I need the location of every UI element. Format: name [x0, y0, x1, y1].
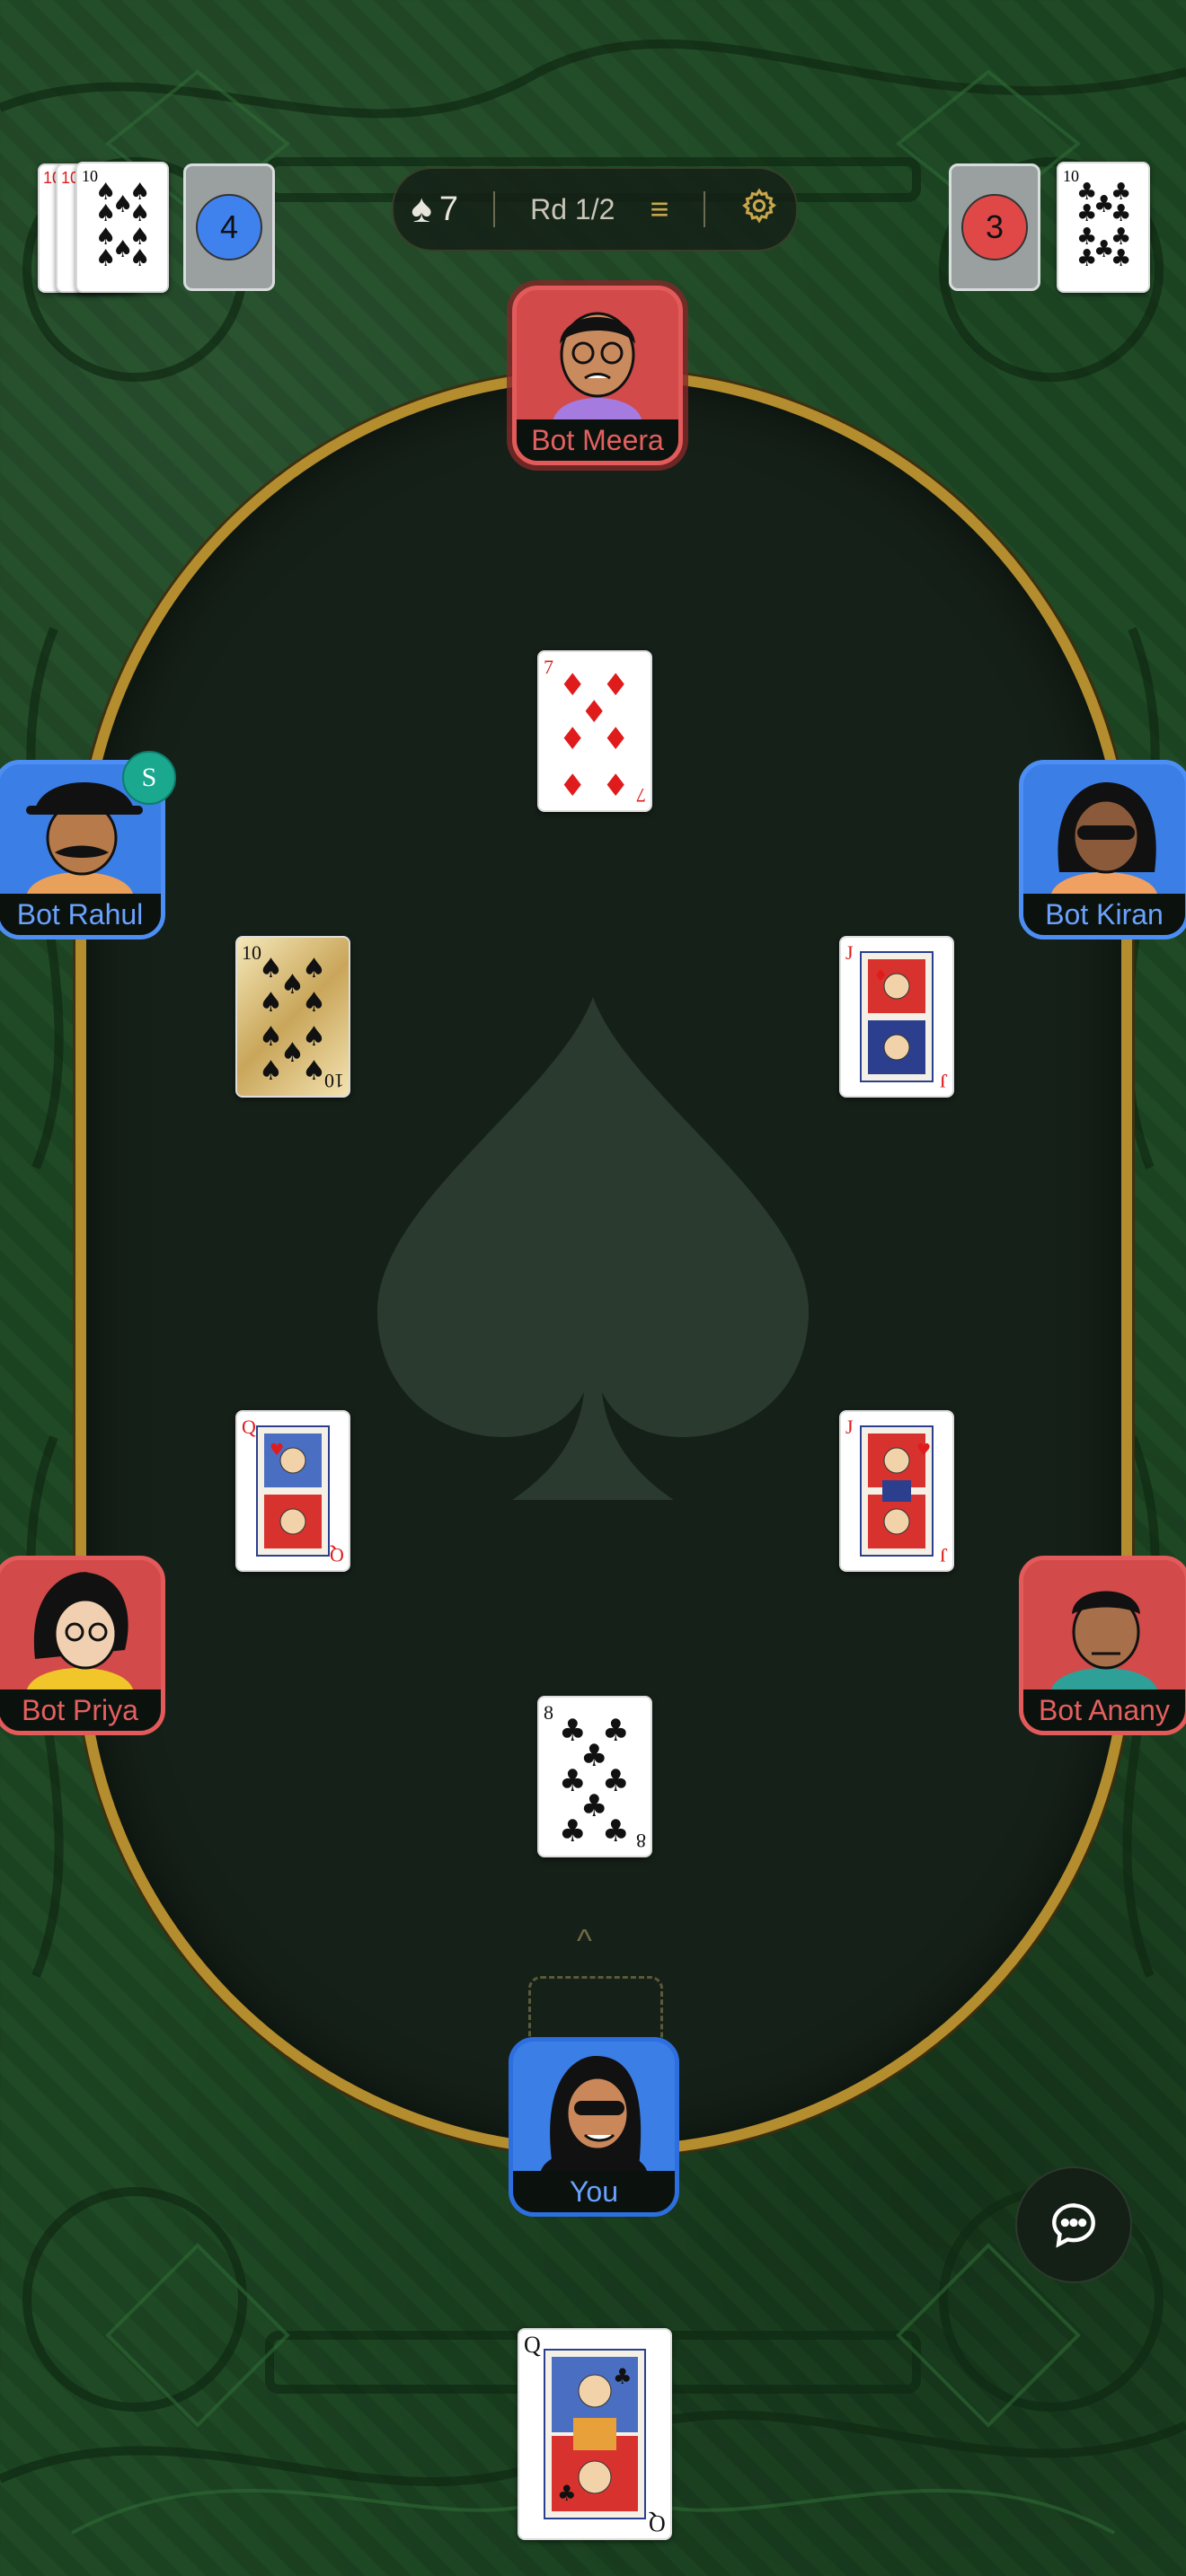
spade-watermark-icon — [377, 997, 809, 1500]
svg-text:♠: ♠ — [280, 1037, 305, 1069]
player-name-right-lower: Bot Anany — [1023, 1689, 1185, 1731]
player-name-top: Bot Meera — [517, 419, 678, 461]
played-card-right-upper: J J ♦ — [839, 936, 954, 1098]
player-name-left-upper: Bot Rahul — [0, 894, 161, 935]
svg-text:♥: ♥ — [270, 1441, 284, 1460]
player-name-left-lower: Bot Priya — [0, 1689, 161, 1731]
avatar-face — [553, 312, 642, 425]
svg-text:♦: ♦ — [602, 721, 629, 757]
avatar-face — [540, 2056, 648, 2176]
player-avatar-you[interactable]: You — [509, 2037, 679, 2217]
player-avatar-right-lower[interactable]: Bot Anany — [1019, 1556, 1186, 1735]
hud-divider — [493, 191, 496, 227]
hamburger-icon[interactable]: ≡ — [650, 190, 668, 228]
chevron-up-icon: ^ — [577, 1922, 592, 1959]
svg-text:♣: ♣ — [1093, 191, 1114, 218]
spade-icon: ♠ — [411, 187, 432, 231]
player-avatar-right-upper[interactable]: Bot Kiran — [1019, 760, 1186, 940]
played-card-left-lower: Q Q ♥ — [235, 1410, 350, 1572]
svg-text:♥: ♥ — [916, 1441, 931, 1460]
svg-text:♣: ♣ — [1093, 236, 1114, 263]
played-card-top: 7 7 ♦ ♦ ♦ ♦ ♦ ♦ ♦ — [537, 650, 652, 812]
svg-text:♣: ♣ — [602, 1813, 629, 1849]
played-card-right-lower: J J ♥ — [839, 1410, 954, 1572]
svg-text:♣: ♣ — [613, 2364, 633, 2389]
svg-text:♦: ♦ — [559, 721, 586, 757]
svg-text:♣: ♣ — [559, 1813, 586, 1849]
svg-text:♠: ♠ — [280, 969, 305, 1001]
svg-text:♠: ♠ — [302, 953, 326, 984]
hand-card[interactable]: Q Q ♣ ♣ — [518, 2328, 672, 2540]
played-card-left-upper: 10 10 ♠ ♠ ♠ ♠ ♠ ♠ ♠ ♠ ♠ ♠ — [235, 936, 350, 1098]
svg-text:♠: ♠ — [112, 191, 133, 218]
svg-text:♠: ♠ — [112, 236, 133, 263]
played-card-bottom: 8 8 ♣ ♣ ♣ ♣ ♣ ♣ ♣ ♣ — [537, 1696, 652, 1857]
svg-text:♠: ♠ — [302, 1055, 326, 1087]
team-score-blue-disc: 4 — [196, 194, 262, 260]
chat-bubble-icon — [1052, 2203, 1095, 2248]
team-score-red-disc: 3 — [961, 194, 1028, 260]
svg-text:♠: ♠ — [302, 1021, 326, 1053]
player-name-right-upper: Bot Kiran — [1023, 894, 1185, 935]
team-score-blue: 4 — [183, 163, 275, 291]
gear-icon[interactable] — [740, 187, 778, 233]
avatar-face — [1050, 1591, 1158, 1695]
svg-text:♠: ♠ — [259, 1021, 283, 1053]
corner-card-clubs: 10 ♣ ♣ ♣ ♣ ♣ ♣ ♣ ♣ ♣ ♣ — [1057, 162, 1150, 293]
player-avatar-top[interactable]: Bot Meera — [512, 286, 683, 465]
player-avatar-left-lower[interactable]: Bot Priya — [0, 1556, 165, 1735]
game-hud: ♠ 7 Rd 1/2 ≡ — [392, 167, 798, 251]
corner-card-3: 10 ♠ ♠ ♠ ♠ ♠ ♠ ♠ ♠ ♠ ♠ — [75, 162, 169, 293]
svg-text:♦: ♦ — [602, 768, 629, 804]
trump-value: 7 — [438, 190, 459, 228]
svg-text:♣: ♣ — [557, 2481, 577, 2506]
avatar-face — [1050, 782, 1158, 899]
team-score-red: 3 — [949, 163, 1040, 291]
trump-indicator: ♠ 7 — [412, 187, 459, 232]
player-name-you: You — [513, 2171, 675, 2212]
round-label: Rd 1/2 — [530, 192, 615, 225]
svg-text:♠: ♠ — [259, 953, 283, 984]
svg-text:♦: ♦ — [559, 768, 586, 804]
avatar-face — [26, 1572, 134, 1695]
hud-divider-2 — [704, 191, 706, 227]
svg-text:♦: ♦ — [873, 966, 888, 985]
svg-text:♠: ♠ — [259, 1055, 283, 1087]
special-badge: S — [122, 751, 176, 805]
chat-button[interactable] — [1015, 2166, 1132, 2283]
svg-text:♠: ♠ — [259, 987, 283, 1019]
svg-text:♠: ♠ — [302, 987, 326, 1019]
